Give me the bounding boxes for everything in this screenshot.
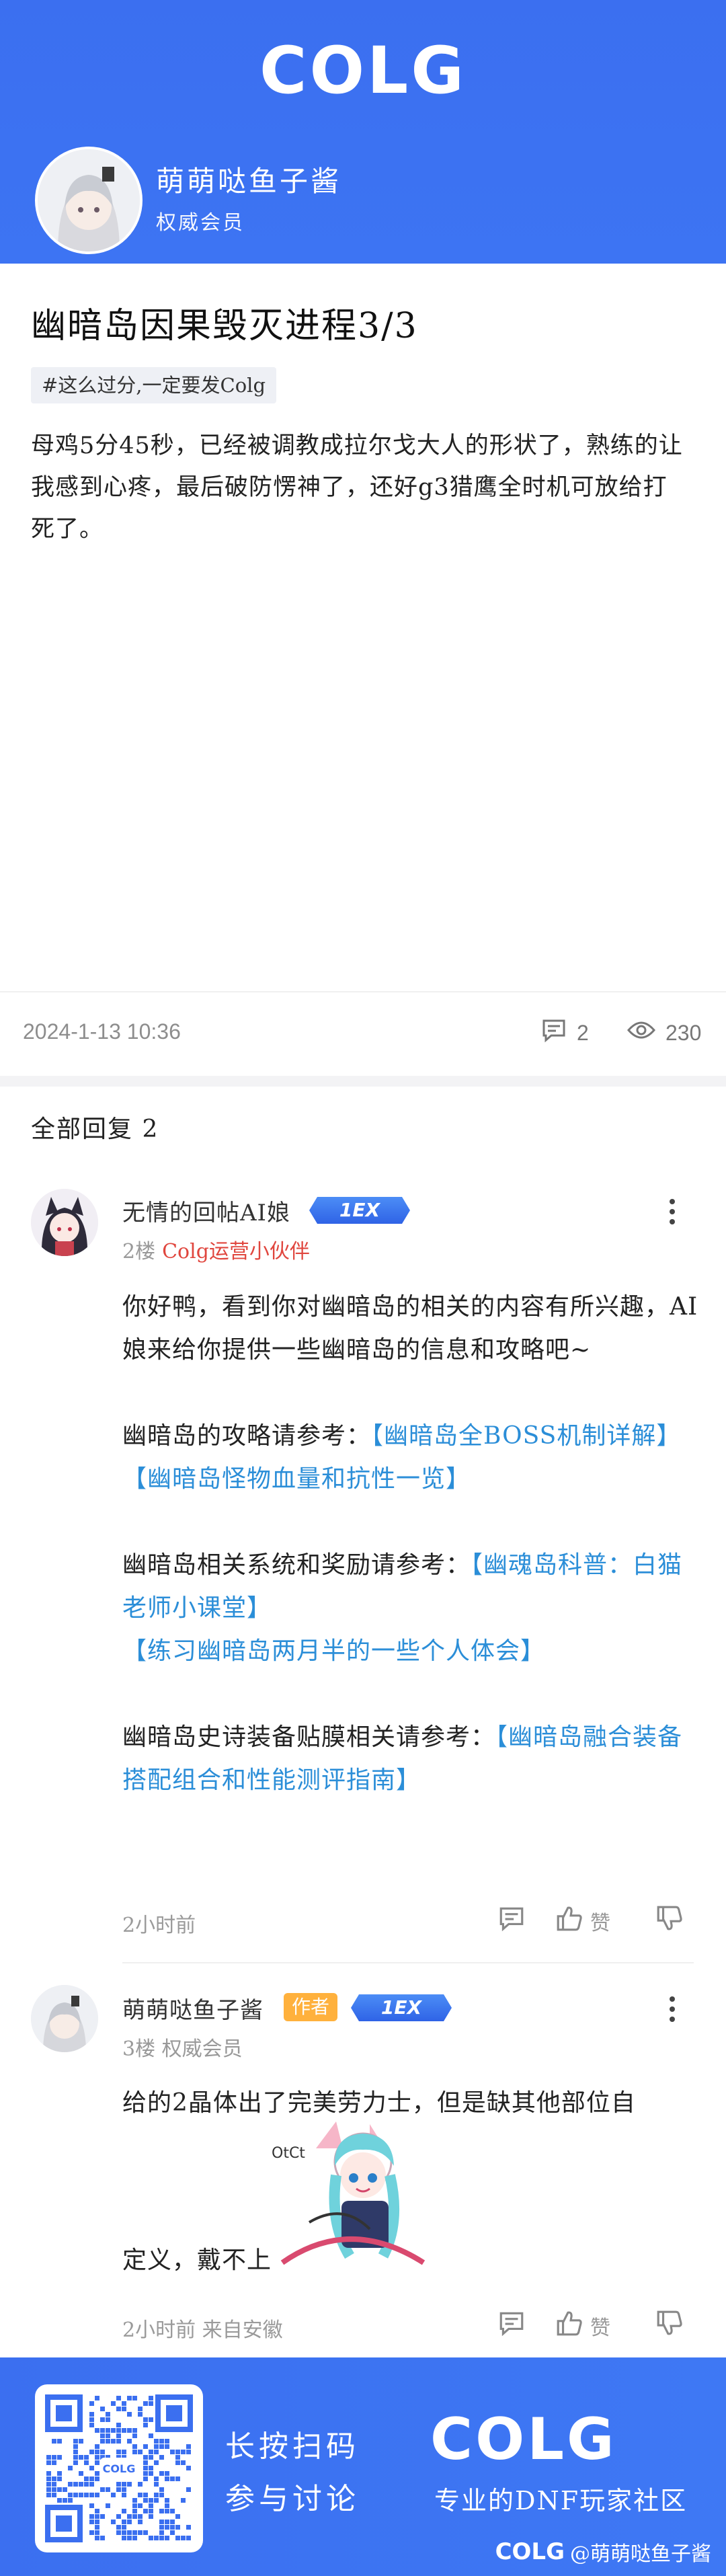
comment-count-value: 2 <box>577 1020 589 1045</box>
eye-icon <box>627 1017 656 1049</box>
like-label: 赞 <box>590 1912 610 1935</box>
reply-floor: 3楼 权威会员 <box>122 2037 243 2061</box>
reply-text: 幽暗岛史诗装备贴膜相关请参考：【幽暗岛融合装备搭配组合和性能测评指南】 <box>122 1716 699 1802</box>
topic-tag[interactable]: #这么过分,一定要发Colg <box>31 367 277 403</box>
more-options-icon[interactable] <box>659 1989 686 2029</box>
level-badge: 1EX <box>309 1197 410 1224</box>
qr-logo: COLG <box>103 2462 136 2475</box>
reply-text: 给的2晶体出了完美劳力士，但是缺其他部位自 <box>122 2089 636 2117</box>
reply-body-continued: 定义，戴不上 <box>122 2239 699 2282</box>
reply-time: 2小时前 <box>122 1914 196 1937</box>
reply-time: 2小时前 来自安徽 <box>122 2318 283 2342</box>
reply-text: 定义，戴不上 <box>122 2247 272 2274</box>
profile-header: COLG 萌萌哒鱼子酱 权威会员 <box>0 0 726 264</box>
comment-icon <box>497 2309 526 2343</box>
reply-text-prefix: 幽暗岛史诗装备贴膜相关请参考： <box>122 1723 496 1751</box>
colg-logo: COLG <box>259 33 467 108</box>
guide-link[interactable]: 【幽暗岛全BOSS机制详解】 <box>371 1422 681 1450</box>
dislike-button[interactable] <box>655 2309 684 2343</box>
reply-text-prefix: 幽暗岛相关系统和奖励请参考： <box>122 1551 471 1579</box>
section-separator <box>0 1076 726 1087</box>
post-body: 母鸡5分45秒，已经被调教成拉尔戈大人的形状了，熟练的让我感到心疼，最后破防愣神… <box>31 432 683 543</box>
floor-number: 2楼 <box>122 1240 156 1263</box>
author-name[interactable]: 萌萌哒鱼子酱 <box>156 159 341 200</box>
reply-floor: 2楼 Colg运营小伙伴 <box>122 1235 310 1264</box>
scan-cta: 长按扫码 <box>225 2429 360 2464</box>
replies-header: 全部回复 2 <box>31 1116 159 1143</box>
like-button[interactable]: 赞 <box>555 1904 610 1938</box>
watermark-logo: COLG <box>495 2538 565 2565</box>
reply-button[interactable] <box>497 1904 526 1938</box>
thumbs-down-icon <box>655 2309 684 2343</box>
reply-author-name[interactable]: 无情的回帖AI娘 <box>122 1194 290 1227</box>
share-footer: COLG 长按扫码 参与讨论 COLG 专业的DNF玩家社区 COLG @萌萌哒… <box>0 2357 726 2576</box>
post-title: 幽暗岛因果毁灭进程3/3 <box>31 306 418 346</box>
footer-logo: COLG <box>430 2406 617 2473</box>
divider <box>0 991 726 992</box>
reply-button[interactable] <box>497 2309 526 2343</box>
view-count-value: 230 <box>666 1020 702 1045</box>
svg-text:OtCt: OtCt <box>272 2145 305 2162</box>
qr-code[interactable]: COLG <box>35 2384 203 2552</box>
reply-author-name[interactable]: 萌萌哒鱼子酱 <box>122 1992 264 2025</box>
reply-body: 给的2晶体出了完美劳力士，但是缺其他部位自 <box>122 2082 699 2125</box>
discuss-cta: 参与讨论 <box>225 2482 360 2516</box>
guide-link[interactable]: 【练习幽暗岛两月半的一些个人体会】 <box>122 1637 545 1665</box>
staff-tag: Colg运营小伙伴 <box>162 1240 310 1263</box>
comment-count[interactable]: 2 <box>540 1017 589 1049</box>
level-badge: 1EX <box>351 1994 452 2021</box>
comment-icon <box>497 1904 526 1938</box>
reply-avatar[interactable] <box>31 1985 98 2052</box>
divider <box>122 1962 694 1963</box>
comment-icon <box>540 1017 567 1049</box>
view-count: 230 <box>627 1017 701 1049</box>
reply-body: 你好鸭，看到你对幽暗岛的相关的内容有所兴趣，AI娘来给你提供一些幽暗岛的信息和攻… <box>122 1286 699 1802</box>
footer-slogan: 专业的DNF玩家社区 <box>434 2486 688 2515</box>
like-button[interactable]: 赞 <box>555 2309 610 2343</box>
author-badge: 作者 <box>284 1993 338 2021</box>
post-date: 2024-1-13 10:36 <box>23 1019 181 1044</box>
reply-avatar[interactable] <box>31 1189 98 1256</box>
more-options-icon[interactable] <box>659 1192 686 1232</box>
watermark-user: @萌萌哒鱼子酱 <box>570 2542 711 2566</box>
dislike-button[interactable] <box>655 1904 684 1938</box>
like-label: 赞 <box>590 2316 610 2340</box>
author-role: 权威会员 <box>156 211 245 235</box>
reply-text: 幽暗岛的攻略请参考：【幽暗岛全BOSS机制详解】 <box>122 1415 699 1458</box>
thumbs-up-icon <box>555 1904 583 1938</box>
reply-text: 你好鸭，看到你对幽暗岛的相关的内容有所兴趣，AI娘来给你提供一些幽暗岛的信息和攻… <box>122 1293 698 1364</box>
thumbs-up-icon <box>555 2309 583 2343</box>
thumbs-down-icon <box>655 1904 684 1938</box>
watermark: COLG @萌萌哒鱼子酱 <box>495 2537 711 2567</box>
reply-text: 幽暗岛相关系统和奖励请参考：【幽魂岛科普：白猫老师小课堂】 <box>122 1544 699 1630</box>
reply-text-prefix: 幽暗岛的攻略请参考： <box>122 1422 372 1450</box>
guide-link[interactable]: 【幽暗岛怪物血量和抗性一览】 <box>122 1465 471 1493</box>
author-avatar[interactable] <box>35 147 143 254</box>
